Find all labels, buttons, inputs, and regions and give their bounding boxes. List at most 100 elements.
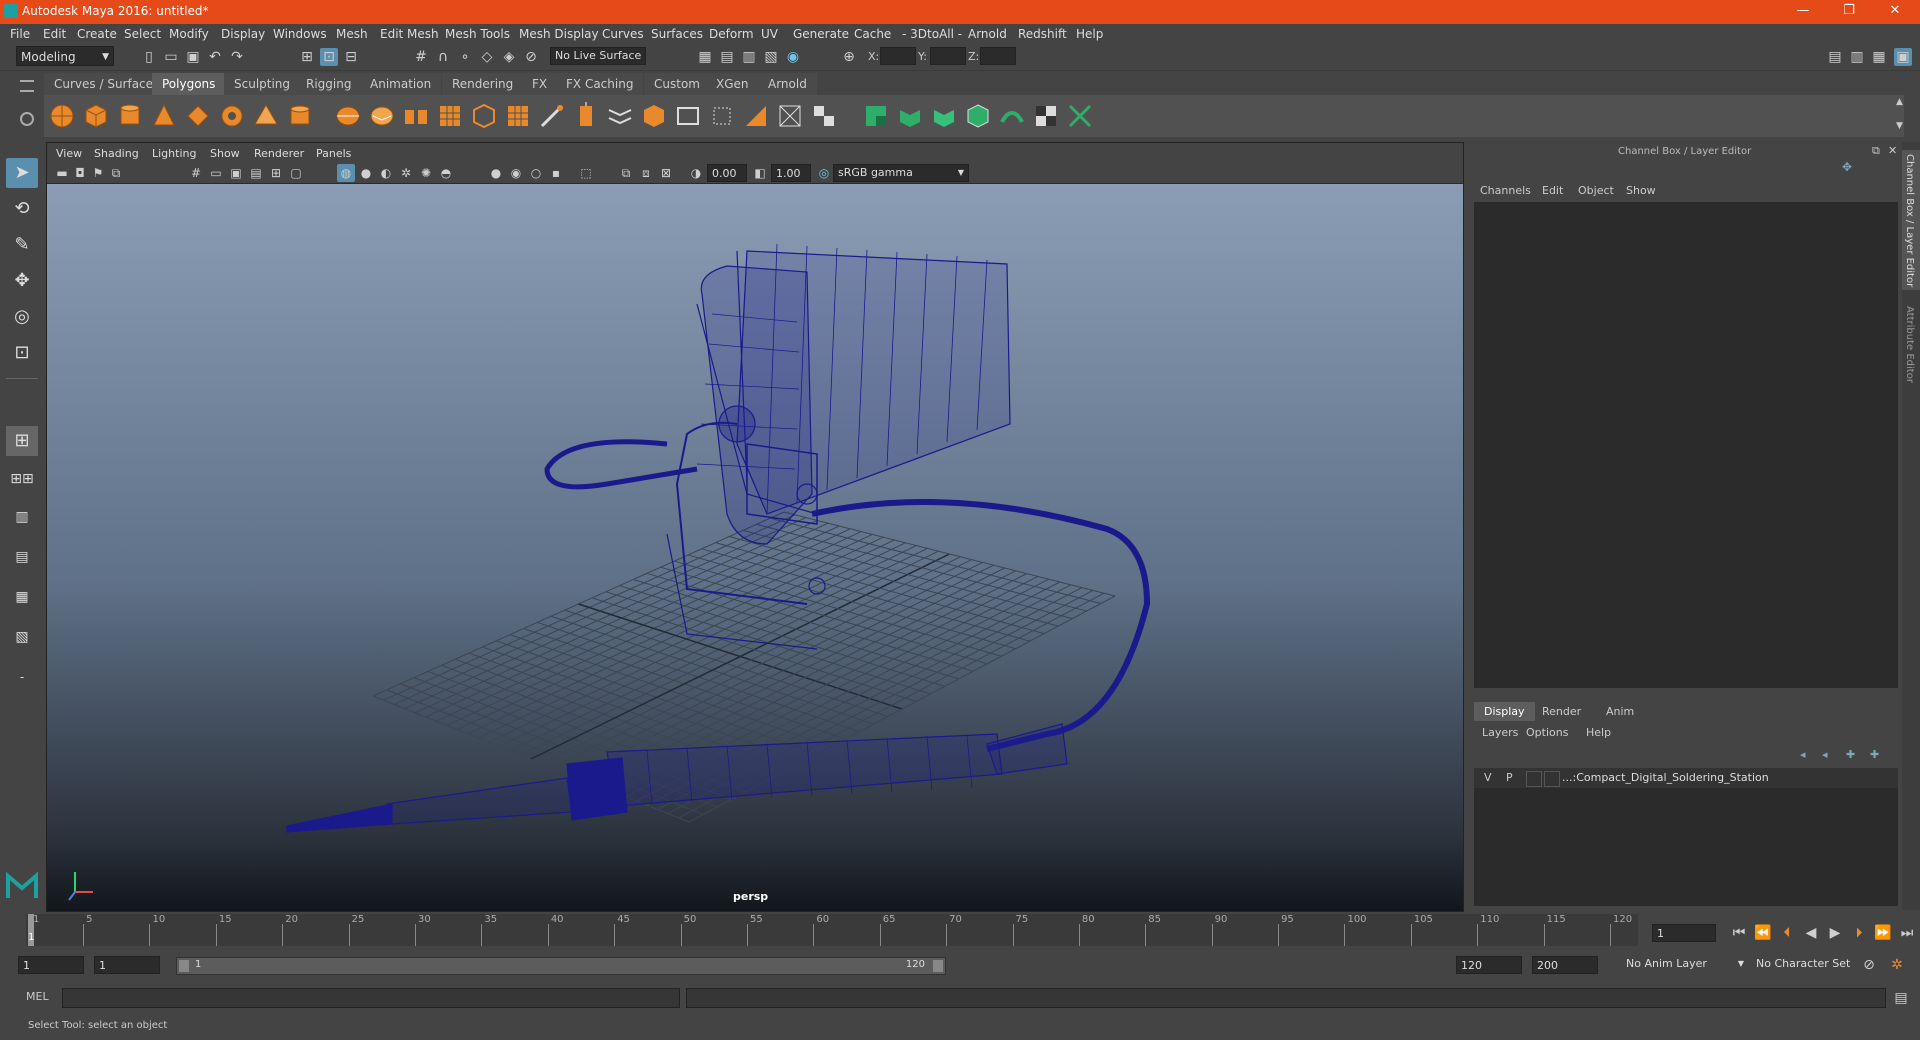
poly-cylinder-icon[interactable] [116,102,144,130]
snap-surface-icon[interactable]: ◈ [500,48,518,66]
xray-joints-icon[interactable]: ⧈ [637,164,655,182]
render-view-icon[interactable]: ▦ [696,48,714,66]
shelf-tab-curves-surfaces[interactable]: Curves / Surfaces [44,73,170,95]
channel-box-options-icon[interactable]: ✥ [1842,160,1852,174]
play-forward-icon[interactable]: ▶ [1826,924,1844,942]
layer-tab-display[interactable]: Display [1474,702,1535,721]
viewport-scene[interactable]: persp [47,184,1463,911]
poke-icon[interactable] [776,102,804,130]
layer-visibility-toggle[interactable]: V [1484,771,1492,784]
transform-input-icon[interactable]: ⊕ [840,48,858,66]
animation-prefs-icon[interactable]: ✲ [1888,956,1906,974]
move-tool-icon[interactable]: ✥ [6,266,38,296]
poly-pipe-icon[interactable] [286,102,314,130]
shelf-tab-animation[interactable]: Animation [360,73,442,95]
float-panel-icon[interactable]: ⧉ [1872,144,1880,158]
move-layer-down-icon[interactable]: ◂ [1822,748,1828,761]
layer-menu-help[interactable]: Help [1586,726,1611,739]
reduce-icon[interactable] [470,102,498,130]
side-tab-attribute-editor[interactable]: Attribute Editor [1902,302,1920,402]
safe-action-icon[interactable]: ▢ [287,164,305,182]
layer-type-toggle[interactable] [1526,771,1542,787]
layer-tab-render[interactable]: Render [1542,705,1581,718]
script-editor-icon[interactable]: ▤ [1892,989,1910,1007]
layer-row[interactable]: V P ...:Compact_Digital_Soldering_Statio… [1474,768,1898,788]
menu-help[interactable]: Help [1076,27,1103,41]
range-slider[interactable]: 1 120 [176,957,946,975]
select-camera-icon[interactable]: ▬ [53,164,71,182]
render-frame-icon[interactable]: ▤ [718,48,736,66]
command-language-label[interactable]: MEL [26,990,49,1003]
new-layer-from-selected-icon[interactable]: ✚ [1870,748,1879,761]
shelf-tab-sculpting[interactable]: Sculpting [224,73,301,95]
poly-plane-icon[interactable] [184,102,212,130]
redo-icon[interactable]: ↷ [228,48,246,66]
lasso-tool-icon[interactable]: ⟲ [6,194,38,224]
anim-layer-select[interactable]: No Anim Layer ▼ [1622,956,1748,974]
save-scene-icon[interactable]: ▣ [184,48,202,66]
vp-menu-view[interactable]: View [56,147,82,160]
shelf-scroll-down-icon[interactable]: ▼ [1896,121,1903,131]
channel-menu-edit[interactable]: Edit [1542,184,1563,197]
channel-menu-object[interactable]: Object [1578,184,1614,197]
shelf-tab-rigging[interactable]: Rigging [296,73,362,95]
hypershade-layout-icon[interactable]: ▧ [6,622,38,652]
uv-unfold-icon[interactable] [998,102,1026,130]
character-set-select[interactable]: No Character Set [1752,956,1872,974]
shelf-tab-fx-caching[interactable]: FX Caching [556,73,644,95]
extrude-icon[interactable] [572,102,600,130]
single-perspective-layout-icon[interactable]: ⊞ [6,426,38,456]
command-input[interactable] [62,988,680,1008]
camera-attributes-icon[interactable]: ◘ [71,164,89,182]
viewport-panel[interactable]: View Shading Lighting Show Renderer Pane… [46,142,1464,912]
snap-live-icon[interactable]: ⊘ [522,48,540,66]
select-hierarchy-icon[interactable]: ⊞ [298,48,316,66]
channel-list[interactable] [1474,202,1898,688]
menu-file[interactable]: File [10,27,30,41]
exposure-icon[interactable]: ◑ [687,164,705,182]
append-polygon-icon[interactable] [674,102,702,130]
wireframe-on-shaded-icon[interactable]: ◐ [377,164,395,182]
menu-redshift[interactable]: Redshift [1018,27,1067,41]
layer-menu-layers[interactable]: Layers [1482,726,1518,739]
shelf-scroll-up-icon[interactable]: ▲ [1896,97,1903,107]
merge-icon[interactable] [810,102,838,130]
persp-outliner-layout-icon[interactable]: ▥ [6,502,38,532]
isolate-select-icon[interactable]: ⬚ [577,164,595,182]
field-chart-icon[interactable]: ⊞ [267,164,285,182]
playback-start-input[interactable]: 1 [94,956,160,974]
menu-deform[interactable]: Deform [709,27,754,41]
resolution-gate-icon[interactable]: ▣ [227,164,245,182]
select-object-icon[interactable]: ⊡ [320,48,338,66]
play-backward-icon[interactable]: ◀ [1802,924,1820,942]
menu-mesh-tools[interactable]: Mesh Tools [445,27,510,41]
step-back-key-icon[interactable]: ⏴ [1778,924,1796,942]
vp-menu-panels[interactable]: Panels [316,147,351,160]
vp-menu-show[interactable]: Show [210,147,240,160]
select-component-icon[interactable]: ⊟ [342,48,360,66]
layer-list[interactable]: V P ...:Compact_Digital_Soldering_Statio… [1474,768,1898,906]
new-empty-layer-icon[interactable]: ✚ [1846,748,1855,761]
view-transform-select[interactable]: sRGB gamma ▼ [833,164,969,182]
separate-icon[interactable] [368,102,396,130]
new-scene-icon[interactable]: ▯ [140,48,158,66]
exposure-input[interactable]: 0.00 [707,164,747,182]
x-input[interactable] [880,47,916,65]
shelf-menu-icon[interactable] [20,80,34,92]
y-input[interactable] [930,47,966,65]
film-gate-icon[interactable]: ▭ [207,164,225,182]
move-layer-up-icon[interactable]: ◂ [1800,748,1806,761]
shelf-tab-rendering[interactable]: Rendering [442,73,524,95]
uv-automatic-icon[interactable] [964,102,992,130]
menu-edit-mesh[interactable]: Edit Mesh [380,27,439,41]
more-layouts-icon[interactable]: - [6,662,38,692]
poly-torus-icon[interactable] [218,102,246,130]
shelf-tab-arnold[interactable]: Arnold [758,73,817,95]
shelf-tab-polygons[interactable]: Polygons [152,73,226,95]
restore-button[interactable]: ❐ [1826,0,1872,24]
four-view-layout-icon[interactable]: ⊞⊞ [6,464,38,494]
shelf-settings-icon[interactable] [20,112,34,126]
shadows-icon[interactable]: ◓ [437,164,455,182]
open-scene-icon[interactable]: ▭ [162,48,180,66]
shelf-tab-fx[interactable]: FX [522,73,558,95]
